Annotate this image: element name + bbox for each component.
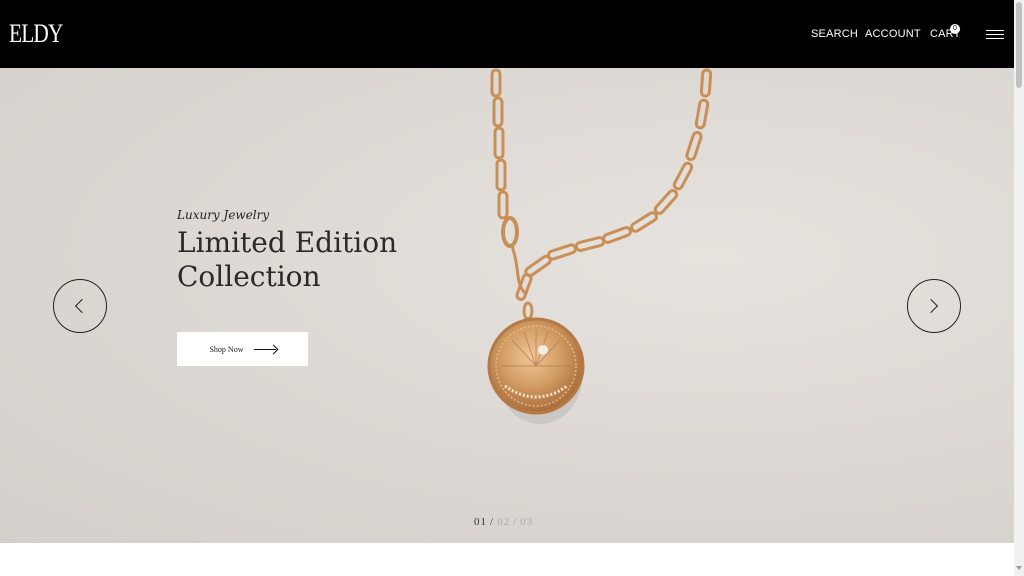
chevron-left-icon [74, 298, 90, 314]
necklace-image [487, 68, 713, 424]
slide-indicator-1[interactable]: 01 [474, 516, 487, 528]
hero-slider: Luxury Jewelry Limited Edition Collectio… [0, 68, 1014, 543]
slide-pagination: 01/02/03 [474, 516, 533, 528]
slide-indicator-2[interactable]: 02 [497, 516, 510, 528]
nav-search-link[interactable]: SEARCH [811, 28, 858, 40]
hero-headline-line1: Limited Edition [177, 226, 398, 259]
nav-account-link[interactable]: ACCOUNT [865, 28, 921, 40]
pagination-separator: / [490, 516, 495, 528]
hamburger-icon[interactable] [986, 30, 1004, 40]
previous-slide-button[interactable] [53, 279, 107, 333]
hero-headline: Limited Edition Collection [177, 226, 437, 294]
shop-now-button[interactable]: Shop Now [177, 332, 308, 366]
hero-headline-line2: Collection [177, 260, 321, 293]
slide-indicator-3[interactable]: 03 [520, 516, 533, 528]
page-scrollbar[interactable] [1014, 0, 1024, 576]
next-slide-button[interactable] [907, 279, 961, 333]
shop-now-label: Shop Now [209, 344, 244, 354]
site-header: ELDY SEARCH ACCOUNT CART 0 [0, 0, 1014, 68]
brand-logo[interactable]: ELDY [9, 19, 63, 49]
cart-count-badge: 0 [950, 24, 960, 34]
scrollbar-thumb[interactable] [1016, 2, 1022, 88]
chevron-right-icon [923, 298, 939, 314]
pagination-separator: / [513, 516, 518, 528]
scroll-down-arrow-icon[interactable] [1016, 566, 1022, 570]
hero-eyebrow: Luxury Jewelry [177, 208, 270, 222]
arrow-right-icon [253, 348, 276, 350]
